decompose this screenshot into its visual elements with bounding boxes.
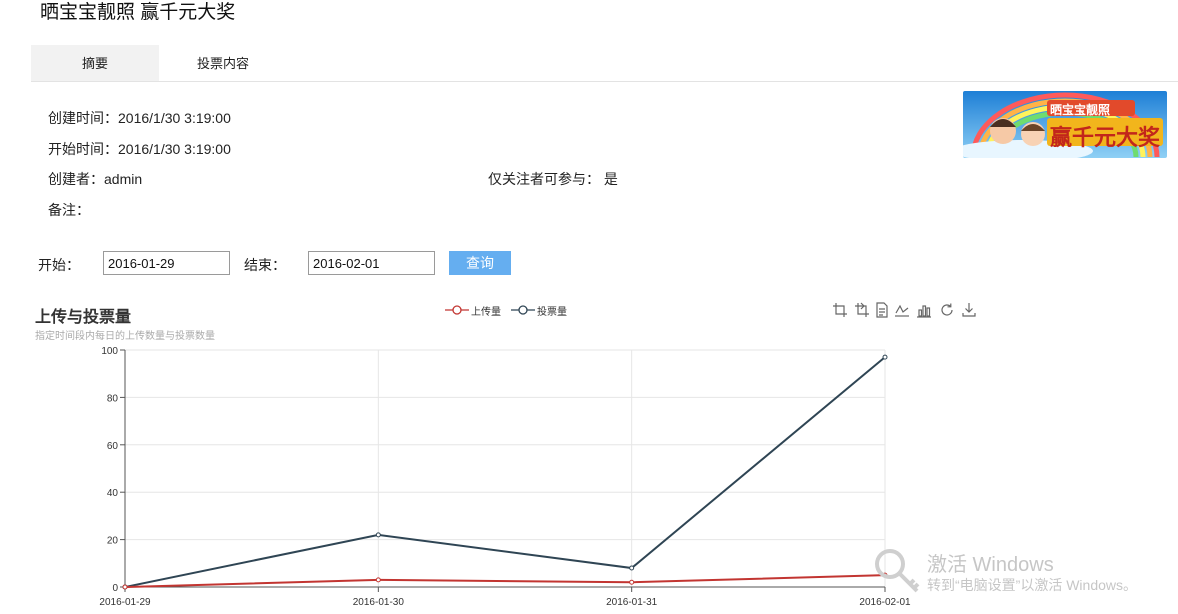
data-point-上传量 — [629, 579, 635, 585]
zoom-icon[interactable] — [832, 302, 848, 318]
legend-votes-symbol — [511, 305, 535, 315]
chart-title: 上传与投票量 — [35, 309, 132, 326]
end-label: 结束： — [244, 257, 286, 273]
y-tick-label: 40 — [107, 488, 119, 499]
x-tick-label: 2016-01-31 — [606, 597, 658, 608]
restore-icon[interactable] — [939, 302, 955, 318]
data-point-上传量 — [122, 584, 128, 590]
x-tick-label: 2016-01-30 — [353, 597, 405, 608]
y-tick-label: 60 — [107, 441, 119, 452]
followers-only: 仅关注者可参与： 是 — [488, 171, 618, 187]
line-chart-icon[interactable] — [894, 302, 910, 318]
banner-top-text: 晒宝宝靓照 — [1050, 103, 1111, 117]
data-point-投票量 — [375, 532, 381, 538]
start-date-input[interactable] — [103, 251, 230, 275]
watermark-subtitle: 转到“电脑设置”以激活 Windows。 — [927, 577, 1138, 593]
created-time: 创建时间：2016/1/30 3:19:00 — [48, 110, 231, 126]
data-point-上传量 — [375, 577, 381, 583]
y-tick-label: 80 — [107, 393, 119, 404]
start-time: 开始时间：2016/1/30 3:19:00 — [48, 141, 231, 157]
tab-vote-content[interactable]: 投票内容 — [159, 45, 287, 81]
series-line-投票量 — [124, 356, 886, 588]
x-tick-label: 2016-01-29 — [99, 597, 151, 608]
watermark-title: 激活 Windows — [927, 554, 1054, 576]
note: 备注： — [48, 202, 90, 218]
zoom-reset-icon[interactable] — [854, 302, 870, 318]
tab-bar: 摘要 投票内容 — [31, 45, 1178, 82]
page-title: 晒宝宝靓照 赢千元大奖 — [40, 2, 236, 23]
y-tick-label: 20 — [107, 536, 119, 547]
tab-summary[interactable]: 摘要 — [31, 45, 159, 81]
data-point-投票量 — [882, 354, 888, 360]
legend-upload-symbol — [445, 305, 469, 315]
query-button[interactable]: 查询 — [449, 251, 511, 275]
legend-votes-label: 投票量 — [537, 307, 567, 318]
data-point-投票量 — [629, 565, 635, 571]
key-icon — [875, 549, 920, 593]
creator: 创建者：admin — [48, 171, 143, 187]
bar-chart-icon[interactable] — [916, 302, 932, 318]
legend-upload-label: 上传量 — [471, 307, 501, 318]
y-tick-label: 100 — [101, 346, 118, 357]
activation-watermark: 激活 Windows 转到“电脑设置”以激活 Windows。 — [870, 546, 1170, 606]
activity-banner: 晒宝宝靓照 赢千元大奖 — [963, 91, 1167, 158]
save-image-icon[interactable] — [961, 302, 977, 318]
start-label: 开始： — [38, 257, 80, 273]
y-tick-label: 0 — [112, 583, 118, 594]
end-date-input[interactable] — [308, 251, 435, 275]
series-line-上传量 — [124, 574, 886, 588]
data-view-icon[interactable] — [874, 302, 890, 318]
banner-main-text: 赢千元大奖 — [1050, 125, 1161, 150]
